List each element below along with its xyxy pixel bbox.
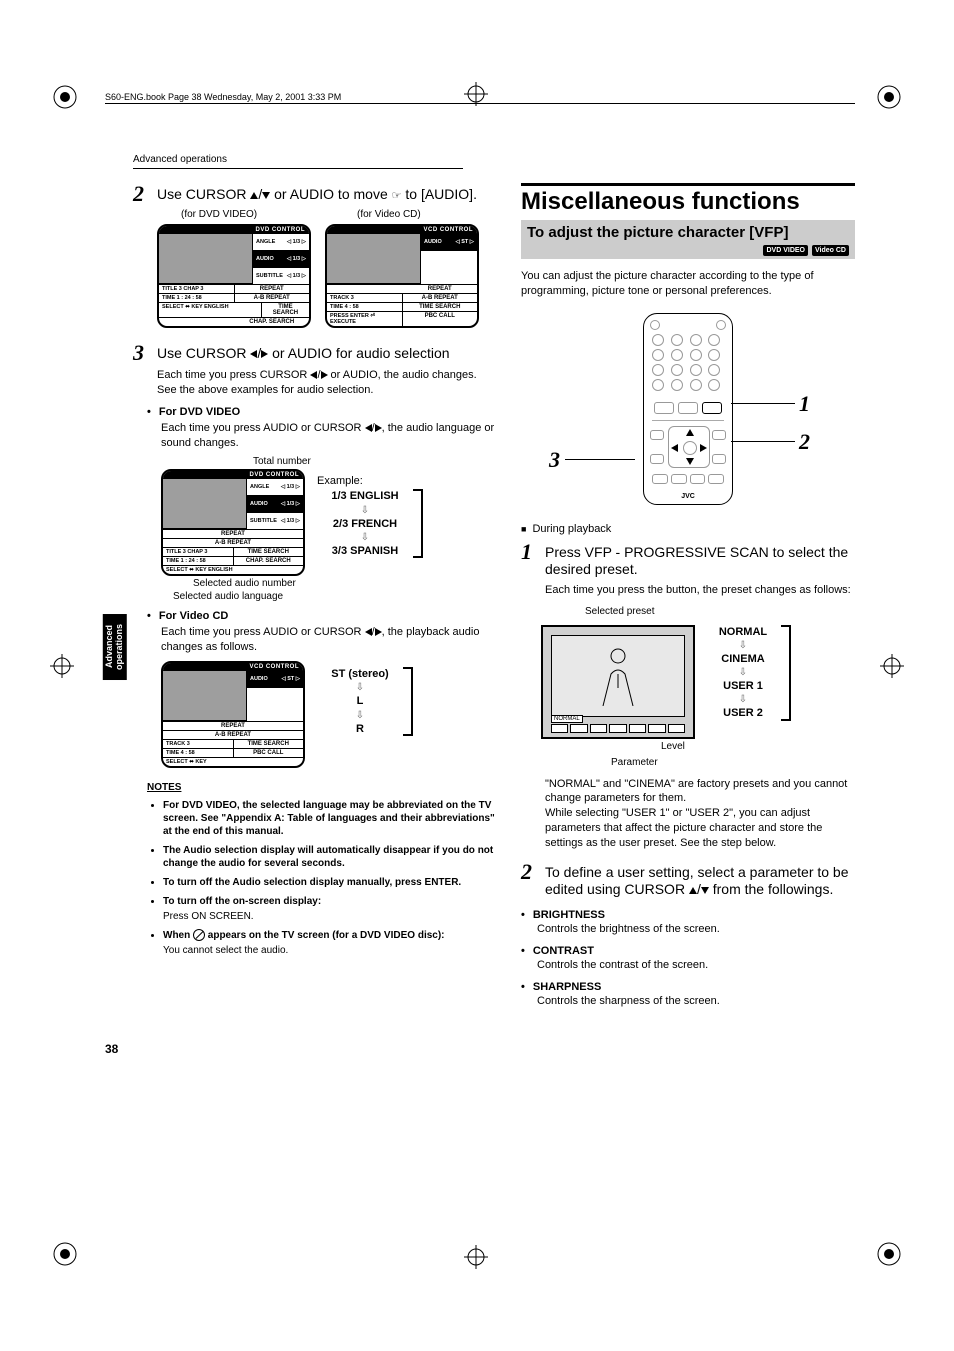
note-item: When appears on the TV screen (for a DVD… xyxy=(163,929,495,957)
param-contrast: CONTRAST xyxy=(521,945,855,957)
param-contrast-desc: Controls the contrast of the screen. xyxy=(537,959,855,971)
notes-heading: NOTES xyxy=(147,782,495,793)
step-2-heading: 2 Use CURSOR / or AUDIO to move ☞ to [AU… xyxy=(133,183,495,205)
subheading-vfp: To adjust the picture character [VFP] DV… xyxy=(521,220,855,259)
note-item: To turn off the Audio selection display … xyxy=(163,876,495,889)
cursor-up-icon xyxy=(250,192,258,199)
cursor-down-icon xyxy=(701,887,709,894)
param-brightness: BRIGHTNESS xyxy=(521,909,855,921)
callout-2: 2 xyxy=(799,429,810,455)
step-number: 3 xyxy=(133,342,151,364)
side-tab-label: Advancedoperations xyxy=(103,614,127,680)
for-vcd-text: Each time you press AUDIO or CURSOR /, t… xyxy=(161,625,495,655)
vcd-control-osd: VCD CONTROL AUDIO◁ ST ▷ . . . REPEAT xyxy=(325,224,479,328)
prohibit-icon xyxy=(193,929,205,941)
for-dvd-text: Each time you press AUDIO or CURSOR /, t… xyxy=(161,421,495,451)
dvd-control-osd-example: DVD CONTROL ANGLE◁ 1/3 ▷ AUDIO◁ 1/3 ▷ SU… xyxy=(161,469,305,576)
cursor-left-icon xyxy=(365,424,372,432)
step-text: Use CURSOR / or AUDIO for audio selectio… xyxy=(157,342,450,363)
note-item: For DVD VIDEO, the selected language may… xyxy=(163,799,495,838)
crosshair-icon xyxy=(464,1245,488,1269)
running-head-rule xyxy=(133,168,463,169)
intro-paragraph: You can adjust the picture character acc… xyxy=(521,269,855,299)
example-label: Example: xyxy=(317,475,423,487)
param-sharpness: SHARPNESS xyxy=(521,981,855,993)
remote-icon: JVC xyxy=(643,313,733,505)
vcd-control-osd-example: VCD CONTROL AUDIO◁ ST ▷ . . REPEAT A-B R… xyxy=(161,661,305,768)
note-item: The Audio selection display will automat… xyxy=(163,844,495,870)
osd-pair: DVD CONTROL ANGLE◁ 1/3 ▷ AUDIO◁ 1/3 ▷ SU… xyxy=(157,224,495,328)
registration-mark-icon xyxy=(52,84,78,110)
dvd-control-osd: DVD CONTROL ANGLE◁ 1/3 ▷ AUDIO◁ 1/3 ▷ SU… xyxy=(157,224,311,328)
step-number: 2 xyxy=(521,861,539,883)
during-playback-label: During playback xyxy=(521,523,855,535)
language-sequence: 1/3 ENGLISH 2/3 FRENCH 3/3 SPANISH xyxy=(317,489,423,558)
selected-preset-label: Selected preset xyxy=(585,606,855,617)
cursor-left-icon xyxy=(365,628,372,636)
remote-diagram: 3 xyxy=(521,309,855,509)
cursor-right-icon xyxy=(321,371,328,379)
step-number: 1 xyxy=(521,541,539,563)
right-step-1: 1 Press VFP - PROGRESSIVE SCAN to select… xyxy=(521,541,855,579)
cursor-right-icon xyxy=(375,424,382,432)
param-brightness-desc: Controls the brightness of the screen. xyxy=(537,923,855,935)
header-line: S60-ENG.book Page 38 Wednesday, May 2, 2… xyxy=(105,92,855,104)
cursor-left-icon xyxy=(310,371,317,379)
preset-sequence: NORMAL CINEMA USER 1 USER 2 xyxy=(705,625,791,721)
registration-mark-icon xyxy=(52,1241,78,1267)
notes-box: NOTES For DVD VIDEO, the selected langua… xyxy=(147,782,495,957)
running-head: Advanced operations xyxy=(133,154,855,165)
osd-title: DVD CONTROL xyxy=(159,226,309,234)
step-text: To define a user setting, select a param… xyxy=(545,861,855,899)
selected-audio-language-label: Selected audio language xyxy=(173,591,495,602)
cursor-up-icon xyxy=(689,887,697,894)
selected-audio-number-label: Selected audio number xyxy=(193,578,495,589)
page-content: S60-ENG.book Page 38 Wednesday, May 2, 2… xyxy=(105,92,855,1011)
preset-note: "NORMAL" and "CINEMA" are factory preset… xyxy=(545,777,855,851)
caption-vcd: (for Video CD) xyxy=(357,209,495,220)
right-step-2: 2 To define a user setting, select a par… xyxy=(521,861,855,899)
section-heading: Miscellaneous functions xyxy=(521,183,855,216)
crosshair-icon xyxy=(880,654,904,678)
parameter-label: Parameter xyxy=(611,757,658,768)
crosshair-icon xyxy=(50,654,74,678)
step-3-heading: 3 Use CURSOR / or AUDIO for audio select… xyxy=(133,342,495,364)
registration-mark-icon xyxy=(876,1241,902,1267)
callout-3: 3 xyxy=(549,447,560,473)
note-item: To turn off the on-screen display:Press … xyxy=(163,895,495,923)
total-number-label: Total number xyxy=(253,456,495,467)
dvd-video-badge-icon: DVD VIDEO xyxy=(763,245,808,256)
right-column: Miscellaneous functions To adjust the pi… xyxy=(521,183,855,1011)
osd-title: VCD CONTROL xyxy=(327,226,477,234)
audio-sequence: ST (stereo) L R xyxy=(317,667,413,736)
step-number: 2 xyxy=(133,183,151,205)
left-column: 2 Use CURSOR / or AUDIO to move ☞ to [AU… xyxy=(133,183,495,963)
cursor-left-icon xyxy=(250,350,257,358)
hand-pointer-icon: ☞ xyxy=(392,190,402,204)
param-sharpness-desc: Controls the sharpness of the screen. xyxy=(537,995,855,1007)
level-label: Level xyxy=(661,741,685,752)
callout-1: 1 xyxy=(799,391,810,417)
preset-osd-icon: NORMAL xyxy=(541,625,695,739)
video-cd-badge-icon: Video CD xyxy=(812,245,849,256)
registration-mark-icon xyxy=(876,84,902,110)
step-body: Each time you press the button, the pres… xyxy=(545,583,855,598)
page-number: 38 xyxy=(105,1042,118,1056)
caption-dvd: (for DVD VIDEO) xyxy=(181,209,319,220)
remote-brand-label: JVC xyxy=(644,493,732,500)
for-vcd-heading: For Video CD xyxy=(147,610,495,622)
step-text: Use CURSOR / or AUDIO to move ☞ to [AUDI… xyxy=(157,183,477,204)
preset-figure: NORMAL NORMAL CINEMA USER 1 USER 2 xyxy=(541,625,855,739)
for-dvd-heading: For DVD VIDEO xyxy=(147,406,495,418)
cursor-right-icon xyxy=(375,628,382,636)
step-body: Each time you press CURSOR / or AUDIO, t… xyxy=(157,368,495,398)
step-text: Press VFP - PROGRESSIVE SCAN to select t… xyxy=(545,541,855,579)
